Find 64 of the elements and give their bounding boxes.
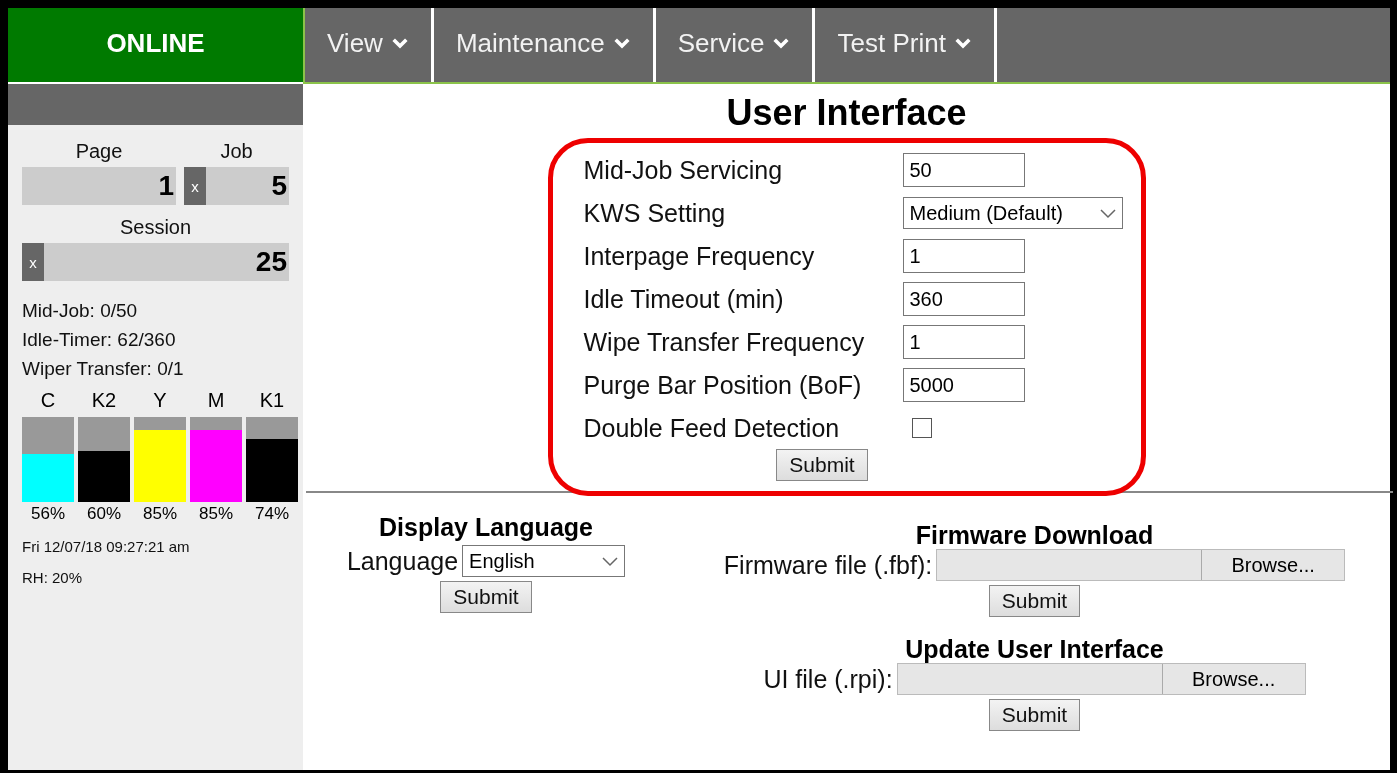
input-field[interactable]: 1 xyxy=(902,239,1025,273)
submit-button[interactable]: Submit xyxy=(988,585,1081,617)
caret-icon xyxy=(600,554,621,568)
field-label: Interpage Frequency xyxy=(583,241,816,272)
submit-button[interactable]: Submit xyxy=(440,581,532,613)
section-title: Display Language xyxy=(379,513,593,541)
section-title: Firmware Download xyxy=(915,521,1154,549)
checkbox[interactable] xyxy=(911,418,932,438)
chevron-down-icon xyxy=(953,37,972,49)
submit-button[interactable]: Submit xyxy=(988,699,1081,731)
field-label: UI file (.rpi): xyxy=(763,664,893,694)
ink-name: K2 xyxy=(91,389,117,411)
menu-item[interactable]: Maintenance xyxy=(433,8,656,82)
browse-button[interactable]: Browse... xyxy=(1161,664,1305,694)
field-label: Mid-Job Servicing xyxy=(583,155,784,186)
date-time: Fri 12/07/18 09:27:21 am xyxy=(22,538,191,555)
counter-label: Page xyxy=(75,139,123,163)
dropdown[interactable]: Medium (Default) xyxy=(902,197,1123,229)
ink-name: C xyxy=(40,389,56,411)
input-field[interactable]: 1 xyxy=(902,325,1025,359)
input-field[interactable]: 5000 xyxy=(902,368,1025,402)
ink-name: Y xyxy=(153,389,167,411)
job-counter: 5 xyxy=(206,167,289,205)
ink-name: K1 xyxy=(259,389,285,411)
field-label: Firmware file (.fbf): xyxy=(723,550,933,580)
menu-item[interactable]: View xyxy=(305,8,434,82)
page-counter: 1 xyxy=(22,167,176,205)
field-label: Idle Timeout (min) xyxy=(583,284,785,315)
counter-label: Session xyxy=(119,215,192,239)
status-banner: ONLINE xyxy=(8,8,303,84)
caret-icon xyxy=(1097,206,1118,220)
submit-button[interactable]: Submit xyxy=(776,449,868,481)
humidity-text: RH: 20% xyxy=(22,569,84,586)
browse-button[interactable]: Browse... xyxy=(1201,550,1345,580)
status-text: Wiper Transfer: 0/1 xyxy=(22,357,185,381)
field-label: Purge Bar Position (BoF) xyxy=(583,370,863,401)
field-label: Wipe Transfer Frequency xyxy=(583,327,866,358)
input-field[interactable]: 50 xyxy=(902,153,1025,187)
counter-label: Job xyxy=(220,139,253,163)
ink-percent: 56% xyxy=(31,504,65,524)
dropdown[interactable]: English xyxy=(462,545,626,577)
chevron-down-icon xyxy=(612,37,631,49)
field-label: KWS Setting xyxy=(583,198,727,229)
field-label: Language xyxy=(346,546,459,576)
file-field[interactable]: Browse... xyxy=(936,549,1346,581)
ink-percent: 60% xyxy=(87,504,121,524)
ink-name: M xyxy=(207,389,225,411)
section-title: Update User Interface xyxy=(905,635,1164,663)
clear-button[interactable]: x xyxy=(22,243,44,281)
ink-percent: 85% xyxy=(199,504,233,524)
chevron-down-icon xyxy=(772,37,791,49)
file-field[interactable]: Browse... xyxy=(896,663,1306,695)
field-label: Double Feed Detection xyxy=(583,413,841,444)
menu-item[interactable]: Test Print xyxy=(815,8,997,82)
status-text: Mid-Job: 0/50 xyxy=(22,299,139,323)
status-text: Idle-Timer: 62/360 xyxy=(22,328,177,352)
menu-item[interactable]: Service xyxy=(655,8,816,82)
chevron-down-icon xyxy=(390,37,409,49)
session-counter: 25 xyxy=(44,243,289,281)
input-field[interactable]: 360 xyxy=(902,282,1025,316)
ink-percent: 74% xyxy=(255,504,289,524)
clear-button[interactable]: x xyxy=(184,167,206,205)
page-title: User Interface xyxy=(726,92,967,134)
ink-percent: 85% xyxy=(143,504,177,524)
